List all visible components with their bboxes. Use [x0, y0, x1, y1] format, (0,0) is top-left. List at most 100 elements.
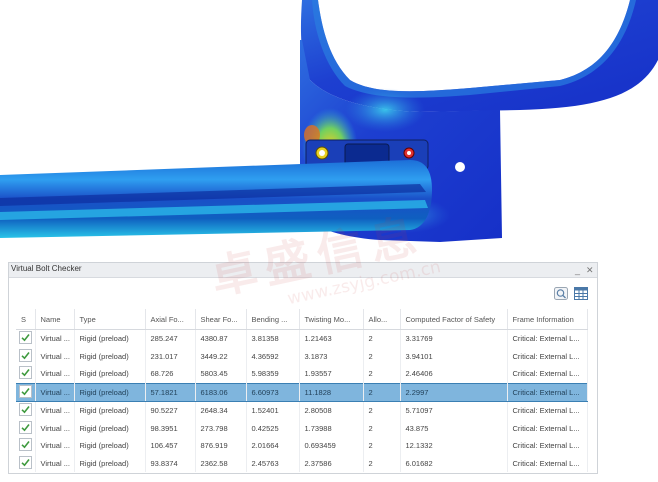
cell-type: Rigid (preload): [74, 419, 146, 437]
bolt-results-table: S Name Type Axial Fo... Shear Fo... Bend…: [16, 309, 588, 472]
cell-name: Virtual ...: [35, 454, 75, 472]
cell-status: [16, 365, 36, 383]
check-icon: [18, 403, 32, 417]
cell-bending-moment: 0.42525: [246, 419, 300, 437]
cell-name: Virtual ...: [35, 382, 75, 402]
cell-axial-force: 90.5227: [145, 401, 196, 420]
cell-shear-force: 5803.45: [195, 365, 247, 383]
cell-factor-of-safety: 6.01682: [400, 454, 508, 472]
cell-name: Virtual ...: [35, 401, 75, 420]
cell-type: Rigid (preload): [74, 365, 146, 383]
check-icon: [18, 348, 32, 362]
cell-axial-force: 231.017: [145, 347, 196, 365]
cell-bending-moment: 6.60973: [246, 382, 300, 402]
cell-type: Rigid (preload): [74, 347, 146, 365]
table-row[interactable]: Virtual ... Rigid (preload) 90.5227 2648.34…: [16, 401, 588, 420]
check-icon: [18, 420, 32, 434]
cell-factor-of-safety: 2.2997: [400, 382, 508, 402]
cell-factor-of-safety: 3.94101: [400, 347, 508, 365]
cell-allowable: 2: [363, 382, 401, 402]
cell-twisting-moment: 1.93557: [299, 365, 364, 383]
col-header-allowable[interactable]: Allo...: [363, 309, 401, 330]
cell-allowable: 2: [363, 365, 401, 383]
col-header-name[interactable]: Name: [35, 309, 75, 330]
table-row[interactable]: Virtual ... Rigid (preload) 106.457 876.919…: [16, 437, 588, 455]
check-icon: [18, 438, 32, 452]
cell-name: Virtual ...: [35, 347, 75, 365]
col-header-status[interactable]: S: [16, 309, 36, 330]
cell-twisting-moment: 2.37586: [299, 454, 364, 472]
col-header-shear-force[interactable]: Shear Fo...: [195, 309, 247, 330]
cell-twisting-moment: 3.1873: [299, 347, 364, 365]
frame-hole: [455, 162, 465, 172]
cell-shear-force: 2648.34: [195, 401, 247, 420]
cell-frame-information: Critical: External L...: [507, 365, 588, 383]
cell-bending-moment: 3.81358: [246, 329, 300, 348]
virtual-bolt-checker-panel: Virtual Bolt Checker _ ✕ S Name Type Axi…: [8, 262, 598, 474]
table-settings-icon[interactable]: [574, 287, 588, 300]
cell-frame-information: Critical: External L...: [507, 401, 588, 420]
cell-name: Virtual ...: [35, 419, 75, 437]
zoom-fit-icon[interactable]: [554, 287, 568, 300]
cell-twisting-moment: 0.693459: [299, 437, 364, 455]
panel-header: Virtual Bolt Checker _ ✕: [9, 263, 597, 278]
cell-axial-force: 285.247: [145, 329, 196, 348]
table-row[interactable]: Virtual ... Rigid (preload) 93.8374 2362.58…: [16, 454, 588, 472]
cell-bending-moment: 1.52401: [246, 401, 300, 420]
cell-bending-moment: 2.01664: [246, 437, 300, 455]
cell-frame-information: Critical: External L...: [507, 454, 588, 472]
cell-twisting-moment: 1.21463: [299, 329, 364, 348]
table-row[interactable]: Virtual ... Rigid (preload) 57.1821 6183.06…: [16, 382, 588, 402]
cell-name: Virtual ...: [35, 365, 75, 383]
cell-shear-force: 876.919: [195, 437, 247, 455]
fea-viewport[interactable]: [0, 0, 658, 262]
cell-factor-of-safety: 12.1332: [400, 437, 508, 455]
cell-allowable: 2: [363, 437, 401, 455]
table-row[interactable]: Virtual ... Rigid (preload) 68.726 5803.45 5…: [16, 365, 588, 383]
cell-type: Rigid (preload): [74, 437, 146, 455]
cell-status: [16, 437, 36, 455]
cell-factor-of-safety: 43.875: [400, 419, 508, 437]
cell-allowable: 2: [363, 454, 401, 472]
cell-shear-force: 273.798: [195, 419, 247, 437]
cell-shear-force: 2362.58: [195, 454, 247, 472]
col-header-twisting-moment[interactable]: Twisting Mo...: [299, 309, 364, 330]
cell-factor-of-safety: 5.71097: [400, 401, 508, 420]
cell-type: Rigid (preload): [74, 329, 146, 348]
cell-name: Virtual ...: [35, 329, 75, 348]
cell-bending-moment: 2.45763: [246, 454, 300, 472]
minimize-button[interactable]: _: [575, 263, 580, 277]
cell-twisting-moment: 1.73988: [299, 419, 364, 437]
cell-type: Rigid (preload): [74, 382, 146, 402]
cell-frame-information: Critical: External L...: [507, 437, 588, 455]
close-button[interactable]: ✕: [586, 263, 594, 277]
cell-type: Rigid (preload): [74, 454, 146, 472]
check-icon: [18, 366, 32, 380]
cell-status: [16, 329, 36, 348]
cell-status: [16, 419, 36, 437]
cell-status: [16, 401, 36, 420]
cell-allowable: 2: [363, 347, 401, 365]
col-header-bending-moment[interactable]: Bending ...: [246, 309, 300, 330]
cell-status: [16, 454, 36, 472]
table-header-row: S Name Type Axial Fo... Shear Fo... Bend…: [16, 309, 588, 330]
cell-axial-force: 93.8374: [145, 454, 196, 472]
table-row[interactable]: Virtual ... Rigid (preload) 285.247 4380.87…: [16, 329, 588, 348]
cell-name: Virtual ...: [35, 437, 75, 455]
cell-frame-information: Critical: External L...: [507, 347, 588, 365]
col-header-frame-information[interactable]: Frame Information: [507, 309, 588, 330]
cell-shear-force: 4380.87: [195, 329, 247, 348]
check-icon: [18, 331, 32, 345]
col-header-axial-force[interactable]: Axial Fo...: [145, 309, 196, 330]
cell-axial-force: 57.1821: [145, 382, 196, 402]
cell-shear-force: 3449.22: [195, 347, 247, 365]
col-header-type[interactable]: Type: [74, 309, 146, 330]
col-header-factor-of-safety[interactable]: Computed Factor of Safety: [400, 309, 508, 330]
table-row[interactable]: Virtual ... Rigid (preload) 98.3951 273.798…: [16, 419, 588, 437]
check-icon: [18, 455, 32, 469]
cell-type: Rigid (preload): [74, 401, 146, 420]
cell-axial-force: 106.457: [145, 437, 196, 455]
cell-allowable: 2: [363, 419, 401, 437]
cell-allowable: 2: [363, 329, 401, 348]
table-row[interactable]: Virtual ... Rigid (preload) 231.017 3449.22…: [16, 347, 588, 365]
